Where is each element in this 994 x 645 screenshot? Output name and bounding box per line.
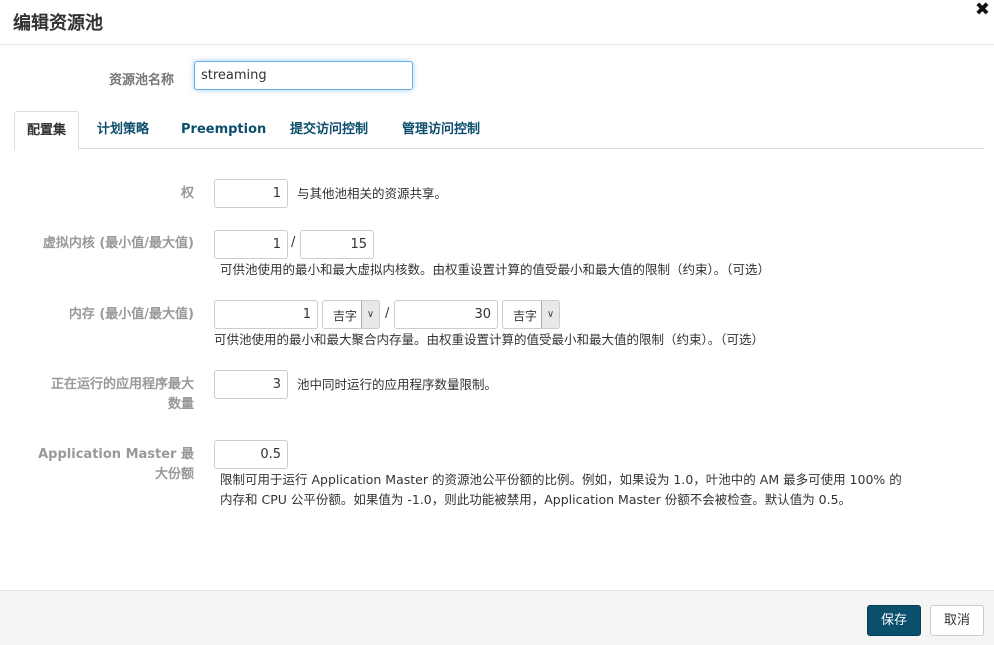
tab-preemption[interactable]: Preemption — [169, 111, 278, 149]
pool-name-label: 资源池名称 — [108, 73, 174, 88]
chevron-down-icon: ∨ — [541, 301, 559, 328]
dialog-header: 编辑资源池 ✖ — [0, 0, 994, 45]
tab-bar: 配置集 计划策略 Preemption 提交访问控制 管理访问控制 — [14, 111, 984, 150]
weight-input[interactable] — [214, 179, 288, 208]
memory-max-unit-select[interactable]: 吉字 ∨ — [502, 300, 560, 329]
close-icon[interactable]: ✖ — [975, 0, 990, 20]
tab-config-set[interactable]: 配置集 — [14, 111, 80, 150]
memory-max-input[interactable] — [394, 300, 498, 329]
pool-name-row: 资源池名称 — [0, 61, 994, 91]
dialog-title: 编辑资源池 — [13, 13, 103, 34]
am-share-help-line1: 限制可用于运行 Application Master 的资源池公平份额的比例。例… — [220, 472, 902, 487]
weight-label: 权 — [180, 186, 194, 201]
am-share-help-line2: 内存和 CPU 公平份额。如果值为 -1.0，则此功能被禁用，Applicati… — [220, 492, 852, 507]
tab-scheduling-policy[interactable]: 计划策略 — [85, 111, 161, 149]
memory-min-unit-select[interactable]: 吉字 ∨ — [322, 300, 380, 329]
am-share-label-line2: 大份额 — [154, 467, 194, 482]
max-apps-help: 池中同时运行的应用程序数量限制。 — [297, 377, 498, 392]
vcores-separator: / — [291, 235, 296, 250]
vcores-min-input[interactable] — [214, 230, 288, 259]
cancel-button[interactable]: 取消 — [930, 605, 984, 636]
chevron-down-icon: ∨ — [361, 301, 379, 328]
tab-submission-acl[interactable]: 提交访问控制 — [278, 111, 380, 149]
am-share-input[interactable] — [214, 440, 288, 469]
dialog-footer: 保存 取消 — [0, 590, 994, 645]
weight-help: 与其他池相关的资源共享。 — [297, 186, 448, 201]
memory-help: 可供池使用的最小和最大聚合内存量。由权重设置计算的值受最小和最大值的限制（约束）… — [214, 332, 765, 347]
vcores-help: 可供池使用的最小和最大虚拟内核数。由权重设置计算的值受最小和最大值的限制（约束）… — [220, 262, 771, 277]
memory-max-unit-label: 吉字 — [513, 309, 538, 323]
max-apps-label-line2: 数量 — [167, 397, 194, 412]
vcores-max-input[interactable] — [300, 230, 374, 259]
tab-admin-acl[interactable]: 管理访问控制 — [390, 111, 492, 149]
memory-min-unit-label: 吉字 — [333, 309, 358, 323]
save-button[interactable]: 保存 — [867, 605, 921, 636]
vcores-label: 虚拟内核 (最小值/最大值) — [42, 236, 194, 251]
memory-separator: / — [385, 306, 390, 321]
memory-label: 内存 (最小值/最大值) — [68, 307, 194, 322]
am-share-label-line1: Application Master 最 — [38, 447, 194, 462]
pool-name-input[interactable] — [194, 61, 413, 90]
max-apps-label-line1: 正在运行的应用程序最大 — [50, 377, 194, 392]
max-apps-input[interactable] — [214, 370, 288, 399]
memory-min-input[interactable] — [214, 300, 318, 329]
